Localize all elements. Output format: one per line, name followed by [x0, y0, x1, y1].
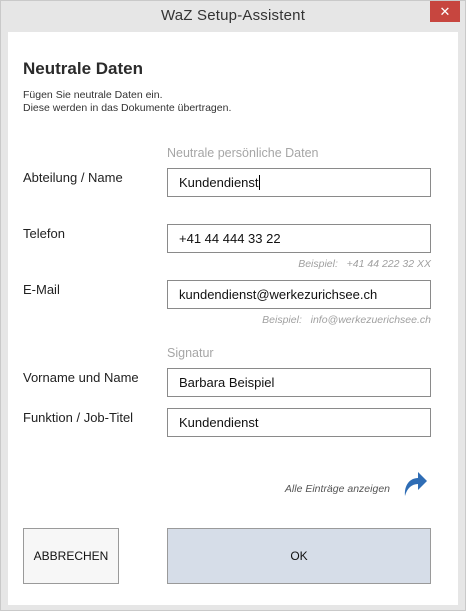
text-cursor [258, 175, 260, 190]
section-personal-data: Neutrale persönliche Daten [167, 146, 319, 160]
fullname-value: Barbara Beispiel [179, 375, 275, 390]
intro-line-2: Diese werden in das Dokumente übertragen… [23, 102, 232, 114]
show-all-entries-link[interactable]: Alle Einträge anzeigen [285, 483, 390, 495]
window-title: WaZ Setup-Assistent [160, 7, 306, 24]
intro-text: Fügen Sie neutrale Daten ein. Diese werd… [23, 89, 231, 115]
forward-arrow-icon[interactable] [402, 469, 428, 497]
setup-assistant-window: WaZ Setup-Assistent ✕ Neutrale Daten Füg… [0, 0, 466, 611]
section-signature: Signatur [167, 346, 214, 360]
fullname-input[interactable]: Barbara Beispiel [167, 368, 431, 397]
page-title: Neutrale Daten [23, 59, 143, 78]
intro-line-1: Fügen Sie neutrale Daten ein. [23, 89, 163, 101]
phone-label: Telefon [23, 226, 65, 241]
ok-button[interactable]: OK [167, 528, 431, 584]
fullname-label: Vorname und Name [23, 370, 139, 385]
cancel-button[interactable]: ABBRECHEN [23, 528, 119, 584]
title-bar: WaZ Setup-Assistent ✕ [1, 1, 465, 32]
email-value: kundendienst@werkezurichsee.ch [179, 287, 378, 302]
jobtitle-value: Kundendienst [179, 415, 259, 430]
department-value: Kundendienst [179, 175, 259, 190]
department-label: Abteilung / Name [23, 170, 123, 185]
email-input[interactable]: kundendienst@werkezurichsee.ch [167, 280, 431, 309]
close-button[interactable]: ✕ [430, 1, 460, 22]
dialog-content: Neutrale Daten Fügen Sie neutrale Daten … [8, 32, 458, 605]
phone-input[interactable]: +41 44 444 33 22 [167, 224, 431, 253]
phone-hint: Beispiel: +41 44 222 32 XX [298, 258, 431, 270]
phone-value: +41 44 444 33 22 [179, 231, 281, 246]
jobtitle-input[interactable]: Kundendienst [167, 408, 431, 437]
email-label: E-Mail [23, 282, 60, 297]
department-input[interactable]: Kundendienst [167, 168, 431, 197]
close-icon: ✕ [439, 3, 451, 19]
email-hint: Beispiel: info@werkezuerichsee.ch [262, 314, 431, 326]
jobtitle-label: Funktion / Job-Titel [23, 410, 134, 425]
